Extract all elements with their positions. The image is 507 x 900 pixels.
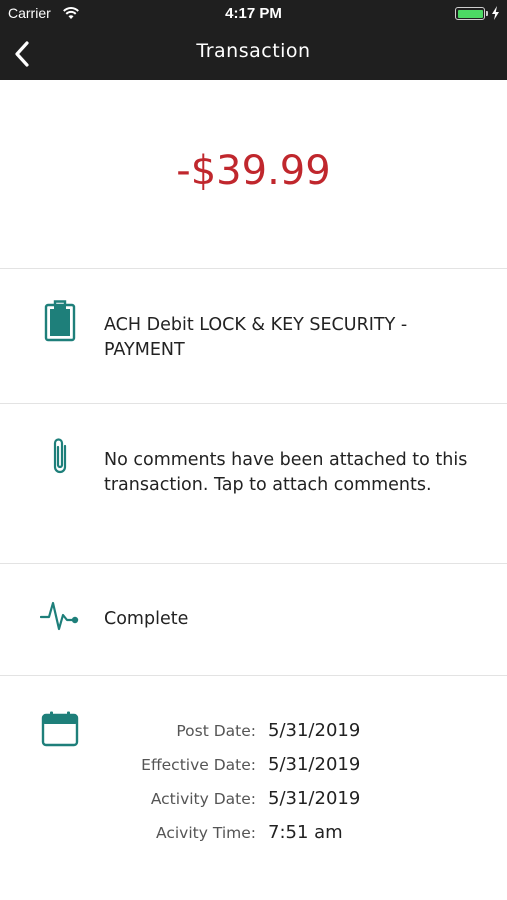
- navigation-bar: Transaction: [0, 28, 507, 80]
- comments-text: No comments have been attached to this t…: [104, 450, 468, 495]
- status-icon-wrap: [40, 598, 80, 638]
- date-value: 5/31/2019: [268, 720, 361, 741]
- paperclip-icon: [53, 438, 67, 474]
- date-value: 5/31/2019: [268, 788, 361, 809]
- date-label: Effective Date:: [141, 756, 256, 774]
- transaction-amount: -$39.99: [176, 148, 331, 194]
- date-value: 7:51 am: [268, 822, 343, 843]
- status-bar: Carrier 4:17 PM: [0, 0, 507, 28]
- charging-bolt-icon: [492, 6, 499, 20]
- comments-icon-wrap: [40, 436, 80, 476]
- date-row-post: Post Date: 5/31/2019: [0, 720, 507, 748]
- description-icon-wrap: [40, 300, 80, 342]
- dates-row: [0, 676, 507, 900]
- battery-tip: [486, 11, 488, 16]
- page-title: Transaction: [196, 40, 311, 62]
- date-label: Acivity Time:: [156, 824, 256, 842]
- date-label: Post Date:: [176, 722, 256, 740]
- status-row: Complete: [0, 564, 507, 675]
- battery-icon: [455, 7, 485, 20]
- date-row-activity: Activity Date: 5/31/2019: [0, 788, 507, 816]
- status-time: 4:17 PM: [225, 5, 282, 22]
- clipboard-icon: [44, 300, 76, 342]
- description-row: ACH Debit LOCK & KEY SECURITY - PAYMENT: [0, 269, 507, 403]
- date-value: 5/31/2019: [268, 754, 361, 775]
- top-bar: Carrier 4:17 PM Transaction: [0, 0, 507, 80]
- comments-row[interactable]: No comments have been attached to this t…: [0, 404, 507, 563]
- amount-section: -$39.99: [0, 80, 507, 268]
- date-row-time: Acivity Time: 7:51 am: [0, 822, 507, 850]
- date-row-effective: Effective Date: 5/31/2019: [0, 754, 507, 782]
- transaction-description: ACH Debit LOCK & KEY SECURITY - PAYMENT: [104, 315, 408, 360]
- activity-pulse-icon: [40, 601, 79, 631]
- status-text: Complete: [104, 609, 189, 629]
- date-label: Activity Date:: [150, 790, 256, 808]
